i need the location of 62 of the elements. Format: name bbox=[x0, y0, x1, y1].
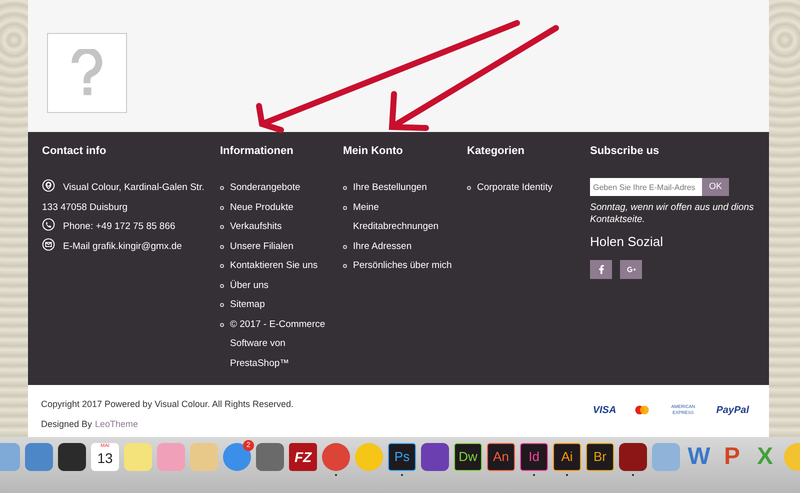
app-icon[interactable]: An bbox=[487, 443, 515, 471]
app-icon[interactable]: FZ bbox=[289, 443, 317, 471]
app-icon[interactable] bbox=[58, 443, 86, 471]
footer-link[interactable]: Corporate Identity bbox=[477, 178, 561, 198]
google-plus-icon bbox=[626, 264, 636, 274]
bullet-icon bbox=[220, 186, 224, 190]
bullet-icon bbox=[220, 303, 224, 307]
app-icon[interactable] bbox=[619, 443, 647, 471]
contact-line: Phone: +49 172 75 85 866 bbox=[42, 217, 220, 236]
app-icon[interactable]: Id bbox=[520, 443, 548, 471]
footer-link[interactable]: Ihre Adressen bbox=[353, 236, 420, 256]
mastercard-logo bbox=[634, 405, 650, 415]
bullet-icon bbox=[220, 284, 224, 288]
app-icon[interactable]: Dw bbox=[454, 443, 482, 471]
bullet-icon bbox=[220, 244, 224, 248]
designer-link[interactable]: LeoTheme bbox=[95, 418, 138, 431]
question-mark-icon bbox=[70, 49, 104, 97]
bullet-icon bbox=[220, 225, 224, 229]
footer-link[interactable]: Neue Produkte bbox=[230, 198, 302, 217]
app-icon[interactable]: Br bbox=[586, 443, 614, 471]
footer-link[interactable]: Unsere Filialen bbox=[230, 236, 302, 256]
footer-link[interactable]: Persönliches über mich bbox=[353, 256, 460, 276]
location-pin-icon bbox=[42, 179, 55, 192]
column-heading: Contact info bbox=[42, 144, 108, 158]
footer-link[interactable]: Sonderangebote bbox=[230, 178, 308, 198]
bullet-icon bbox=[343, 244, 347, 248]
app-icon[interactable]: Ai bbox=[553, 443, 581, 471]
footer-link[interactable]: Verkaufshits bbox=[230, 217, 290, 236]
paypal-logo: PayPal bbox=[716, 404, 749, 418]
column-heading: Mein Konto bbox=[343, 144, 404, 158]
bullet-icon bbox=[220, 206, 224, 210]
app-icon[interactable]: Ps bbox=[388, 443, 416, 471]
subscribe-note: Sonntag, wenn wir offen aus und dions Kontaktseite. bbox=[590, 202, 755, 226]
app-icon[interactable] bbox=[421, 443, 449, 471]
footer-link[interactable]: Über uns bbox=[230, 276, 277, 295]
designed-by-text: Designed By bbox=[41, 418, 92, 431]
bullet-icon bbox=[343, 206, 347, 210]
bullet-icon bbox=[467, 186, 471, 190]
column-heading: Kategorien bbox=[467, 144, 526, 158]
google-plus-button[interactable] bbox=[620, 260, 642, 278]
bullet-icon bbox=[343, 264, 347, 268]
email-field[interactable]: Geben Sie Ihre E-Mail-Adres bbox=[590, 178, 702, 196]
footer-link[interactable]: © 2017 - E-Commerce Software von PrestaShop™ bbox=[230, 314, 343, 373]
footer-link[interactable]: Sitemap bbox=[230, 295, 273, 314]
bullet-icon bbox=[343, 186, 347, 190]
contact-line: Visual Colour, Kardinal-Galen Str. 133 47058 Duisburg bbox=[42, 178, 220, 217]
footer-link[interactable]: Meine Kreditabrechnungen bbox=[353, 198, 467, 236]
column-heading: Informationen bbox=[220, 144, 294, 158]
copyright-text: Copyright 2017 Powered by Visual Colour. All Rights Reserved. bbox=[41, 398, 294, 411]
contact-line: E-Mail grafik.kingir@gmx.de bbox=[42, 236, 220, 256]
ok-button[interactable]: OK bbox=[702, 178, 730, 196]
mail-icon bbox=[42, 238, 55, 250]
phone-icon bbox=[42, 218, 55, 231]
footer-link[interactable]: Kontaktieren Sie uns bbox=[230, 256, 326, 276]
facebook-icon bbox=[596, 264, 606, 274]
footer-link[interactable]: Ihre Bestellungen bbox=[353, 178, 435, 198]
social-heading: Holen Sozial bbox=[590, 233, 664, 251]
facebook-button[interactable] bbox=[590, 260, 612, 278]
column-heading: Subscribe us bbox=[590, 144, 660, 158]
bullet-icon bbox=[220, 264, 224, 268]
visa-logo: VISA bbox=[592, 404, 616, 418]
bullet-icon bbox=[220, 322, 224, 326]
